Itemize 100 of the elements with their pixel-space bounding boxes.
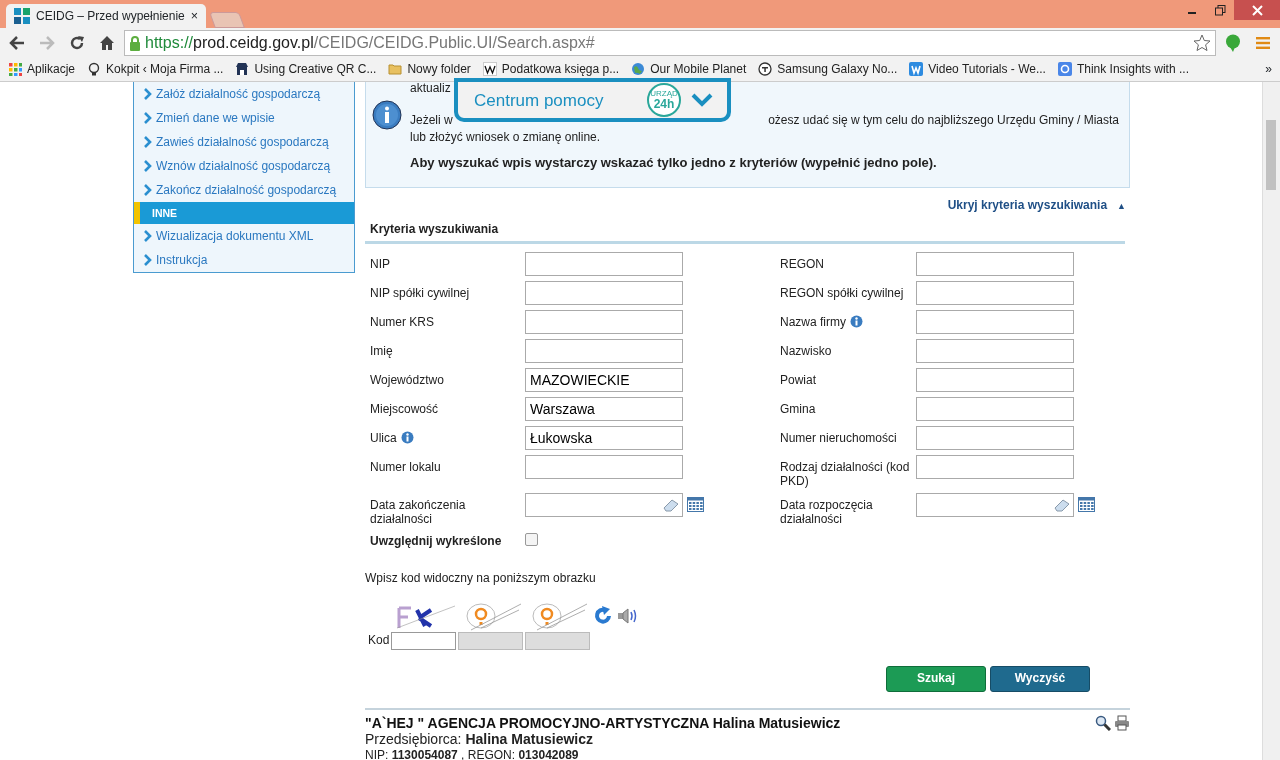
input-field[interactable] bbox=[916, 396, 1074, 421]
bookmark-link[interactable]: Podatkowa księga p... bbox=[501, 62, 620, 77]
restore-icon[interactable] bbox=[1214, 4, 1226, 16]
field-label: Nazwisko bbox=[780, 343, 832, 358]
input-field[interactable] bbox=[525, 280, 683, 305]
result-owner: Przedsiębiorca: Halina Matusiewicz bbox=[365, 731, 594, 749]
info-icon[interactable] bbox=[400, 431, 414, 445]
result-identifiers: NIP: 1130054087 , REGON: 013042089 bbox=[365, 748, 580, 760]
calendar-icon[interactable] bbox=[1078, 497, 1095, 513]
circle-logo-icon[interactable] bbox=[758, 62, 773, 77]
bookmark-link[interactable]: Nowy folder bbox=[407, 62, 471, 77]
calendar-icon[interactable] bbox=[687, 497, 704, 513]
speech-bubble-icon[interactable] bbox=[1225, 34, 1241, 52]
input-field[interactable] bbox=[916, 454, 1074, 479]
sidebar-section-header: INNE bbox=[134, 202, 354, 224]
chevron-icon bbox=[144, 136, 152, 148]
folder-icon[interactable] bbox=[388, 62, 403, 77]
bookmark-link[interactable]: Our Mobile Planet bbox=[650, 62, 747, 77]
input-field[interactable] bbox=[525, 338, 683, 363]
browser-tab[interactable]: CEIDG – Przed wypełnienie × bbox=[6, 4, 206, 28]
search-button[interactable]: Szukaj bbox=[886, 665, 986, 692]
date-field[interactable] bbox=[525, 492, 683, 517]
badge-label: 24h bbox=[653, 98, 675, 110]
eraser-icon[interactable] bbox=[663, 497, 679, 512]
input-field[interactable]: Warszawa bbox=[525, 396, 683, 421]
field-label: Rodzaj działalności (kod PKD) bbox=[780, 459, 911, 488]
input-field[interactable]: MAZOWIECKIE bbox=[525, 367, 683, 392]
sidebar-link[interactable]: Załóż działalność gospodarczą bbox=[156, 86, 321, 102]
input-field[interactable] bbox=[916, 280, 1074, 305]
eraser-icon[interactable] bbox=[1054, 497, 1070, 512]
scrollbar[interactable] bbox=[1262, 82, 1280, 760]
arrow-up-icon[interactable]: ▲ bbox=[1117, 201, 1126, 211]
bookmark-link[interactable]: Kokpit ‹ Moja Firma ... bbox=[106, 62, 224, 77]
menu-icon[interactable] bbox=[1256, 37, 1270, 49]
input-field[interactable] bbox=[916, 367, 1074, 392]
field-label: Numer KRS bbox=[370, 314, 434, 329]
field-label: NIP bbox=[370, 256, 390, 271]
site-icon bbox=[14, 8, 30, 24]
refresh-icon[interactable] bbox=[593, 605, 613, 626]
code-label: Kod bbox=[368, 633, 390, 648]
field-label: Imię bbox=[370, 343, 393, 358]
checkbox-label: Uwzględnij wykreślone bbox=[370, 533, 503, 549]
input-field[interactable] bbox=[525, 454, 683, 479]
info-icon bbox=[372, 100, 402, 130]
chevron-icon bbox=[144, 160, 152, 172]
clear-button[interactable]: Wyczyść bbox=[990, 665, 1090, 692]
info-text: Jeżeli w bbox=[410, 112, 453, 129]
chevron-icon bbox=[144, 184, 152, 196]
result-title[interactable]: "A`HEJ " AGENCJA PROMOCYJNO-ARTYSTYCZNA Halina Matusiewicz bbox=[365, 714, 841, 732]
tab-close-button[interactable]: × bbox=[190, 8, 199, 24]
bookmark-link[interactable]: Think Insights with ... bbox=[1076, 62, 1189, 77]
printer-icon[interactable] bbox=[1114, 714, 1130, 731]
input-field[interactable] bbox=[525, 251, 683, 276]
input-field[interactable] bbox=[916, 425, 1074, 450]
input-field[interactable] bbox=[916, 338, 1074, 363]
globe-icon[interactable] bbox=[631, 62, 646, 77]
field-label: NIP spółki cywilnej bbox=[370, 285, 470, 300]
input-field[interactable] bbox=[916, 251, 1074, 276]
bookmark-link[interactable]: Using Creative QR C... bbox=[254, 62, 377, 77]
bookmark-link[interactable]: Aplikacje bbox=[27, 62, 76, 77]
info-notice: Aby wyszukać wpis wystarczy wskazać tylko jedno z kryteriów (wypełnić jedno pole). bbox=[410, 154, 938, 171]
reload-icon[interactable] bbox=[69, 35, 85, 51]
address-bar[interactable]: https://prod.ceidg.gov.pl/CEIDG/CEIDG.Public.UI/Search.aspx# bbox=[124, 30, 1216, 56]
search-icon[interactable] bbox=[1095, 714, 1111, 731]
chevron-icon bbox=[144, 230, 152, 242]
new-tab-button[interactable] bbox=[209, 12, 245, 28]
info-icon[interactable] bbox=[850, 315, 863, 329]
scroll-thumb[interactable] bbox=[1266, 120, 1276, 190]
bookmark-link[interactable]: Video Tutorials - We... bbox=[928, 62, 1046, 77]
sidebar-link[interactable]: Wizualizacja dokumentu XML bbox=[156, 228, 314, 244]
back-icon[interactable] bbox=[9, 36, 25, 50]
more-bookmarks-button[interactable]: » bbox=[1265, 62, 1272, 77]
tab-title: CEIDG – Przed wypełnienie bbox=[36, 8, 185, 24]
sidebar-link[interactable]: Wznów działalność gospodarczą bbox=[156, 158, 331, 174]
chevron-down-icon[interactable] bbox=[691, 93, 713, 107]
date-field[interactable] bbox=[916, 492, 1074, 517]
checkbox[interactable] bbox=[525, 532, 538, 546]
chevron-icon bbox=[144, 112, 152, 124]
sidebar-link[interactable]: Instrukcja bbox=[156, 252, 208, 268]
w-logo-icon[interactable] bbox=[482, 62, 497, 77]
storefront-icon[interactable] bbox=[235, 62, 250, 77]
field-label: Numer lokalu bbox=[370, 459, 441, 474]
sidebar-link[interactable]: Zawieś działalność gospodarczą bbox=[156, 134, 329, 150]
apps-grid-icon[interactable] bbox=[8, 62, 22, 77]
star-icon[interactable] bbox=[1193, 34, 1211, 52]
input-field[interactable]: Łukowska bbox=[525, 425, 683, 450]
input-field[interactable] bbox=[525, 309, 683, 334]
field-label: Powiat bbox=[780, 372, 817, 387]
home-icon[interactable] bbox=[99, 35, 115, 51]
g-logo-icon[interactable] bbox=[1057, 62, 1072, 77]
field-label: Data rozpoczęcia działalności bbox=[780, 497, 874, 526]
sidebar-link[interactable]: Zmień dane we wpisie bbox=[156, 110, 275, 126]
sidebar-link[interactable]: Zakończ działalność gospodarczą bbox=[156, 182, 337, 198]
bookmark-link[interactable]: Samsung Galaxy No... bbox=[777, 62, 898, 77]
speaker-icon[interactable] bbox=[617, 606, 639, 625]
lightbulb-icon[interactable] bbox=[87, 62, 102, 77]
info-text: aktualiz bbox=[410, 82, 452, 94]
close-icon[interactable] bbox=[1251, 4, 1263, 16]
input-field[interactable] bbox=[916, 309, 1074, 334]
toggle-link[interactable]: Ukryj kryteria wyszukiwania bbox=[947, 198, 1108, 212]
